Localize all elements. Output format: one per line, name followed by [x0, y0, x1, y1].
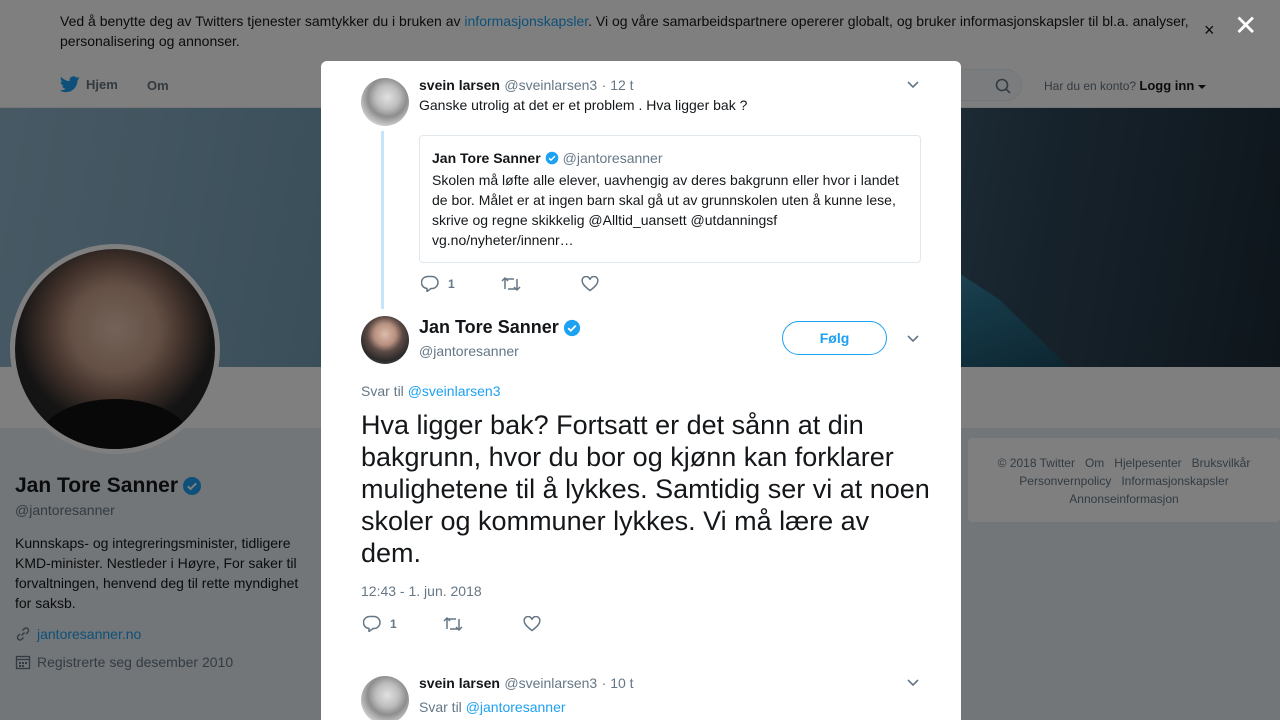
reply-to-link[interactable]: @sveinlarsen3 [408, 383, 501, 399]
parent-tweet-header: svein larsen @sveinlarsen3 · 12 t [419, 77, 634, 95]
quoted-tweet[interactable]: Jan Tore Sanner @jantoresanner Skolen må… [419, 135, 921, 263]
retweet-button[interactable] [501, 276, 581, 292]
parent-tweet-name[interactable]: svein larsen [419, 77, 500, 93]
main-tweet-timestamp[interactable]: 12:43 - 1. jun. 2018 [361, 583, 482, 599]
reply-tweet-reply-to: Svar til @jantoresanner [419, 699, 566, 715]
like-button[interactable] [523, 615, 603, 632]
reply-button[interactable]: 1 [421, 275, 501, 292]
reply-to-prefix: Svar til [361, 383, 404, 399]
like-button[interactable] [581, 275, 661, 292]
parent-tweet-actions: 1 [421, 275, 661, 292]
main-tweet-text: Hva ligger bak? Fortsatt er det sånn at … [361, 410, 930, 568]
reply-to-prefix: Svar til [419, 699, 462, 715]
quoted-tweet-handle: @jantoresanner [562, 150, 663, 166]
reply-button[interactable]: 1 [363, 615, 443, 632]
follow-button[interactable]: Følg [782, 321, 887, 355]
thread-line [381, 131, 384, 309]
reply-icon [421, 275, 439, 292]
reply-tweet-header: svein larsen @sveinlarsen3 · 10 t [419, 675, 634, 693]
avatar[interactable] [361, 316, 409, 364]
avatar[interactable] [361, 676, 409, 720]
quoted-tweet-header: Jan Tore Sanner @jantoresanner [432, 150, 663, 166]
retweet-icon [501, 276, 521, 291]
reply-count: 1 [448, 276, 455, 291]
heart-icon [523, 615, 541, 631]
avatar[interactable] [361, 78, 409, 126]
heart-icon [581, 275, 599, 291]
retweet-icon [443, 616, 463, 631]
chevron-down-icon[interactable] [907, 81, 919, 89]
chevron-down-icon[interactable] [907, 335, 919, 343]
quoted-tweet-name: Jan Tore Sanner [432, 150, 541, 166]
verified-badge-icon [563, 319, 580, 336]
main-tweet-header: Jan Tore Sanner [419, 317, 581, 338]
main-tweet-reply-to: Svar til @sveinlarsen3 [361, 383, 501, 399]
reply-tweet-handle[interactable]: @sveinlarsen3 [504, 675, 597, 691]
verified-badge-icon [545, 151, 558, 165]
main-tweet-name[interactable]: Jan Tore Sanner [419, 317, 559, 338]
quoted-tweet-text: Skolen må løfte alle elever, uavhengig a… [432, 172, 899, 248]
parent-tweet-time[interactable]: · 12 t [602, 77, 634, 93]
reply-to-link[interactable]: @jantoresanner [466, 699, 566, 715]
main-tweet-handle[interactable]: @jantoresanner [419, 343, 519, 359]
reply-count: 1 [390, 616, 397, 631]
retweet-button[interactable] [443, 616, 523, 632]
parent-tweet-handle[interactable]: @sveinlarsen3 [504, 77, 597, 93]
close-icon[interactable]: ✕ [1234, 12, 1257, 40]
reply-icon [363, 615, 381, 632]
parent-tweet-text: Ganske utrolig at det er et problem . Hv… [419, 97, 748, 113]
chevron-down-icon[interactable] [907, 679, 919, 687]
reply-tweet-time[interactable]: · 10 t [602, 675, 634, 691]
tweet-modal: svein larsen @sveinlarsen3 · 12 t Ganske… [321, 61, 961, 720]
reply-tweet-name[interactable]: svein larsen [419, 675, 500, 691]
main-tweet-actions: 1 [363, 615, 603, 632]
